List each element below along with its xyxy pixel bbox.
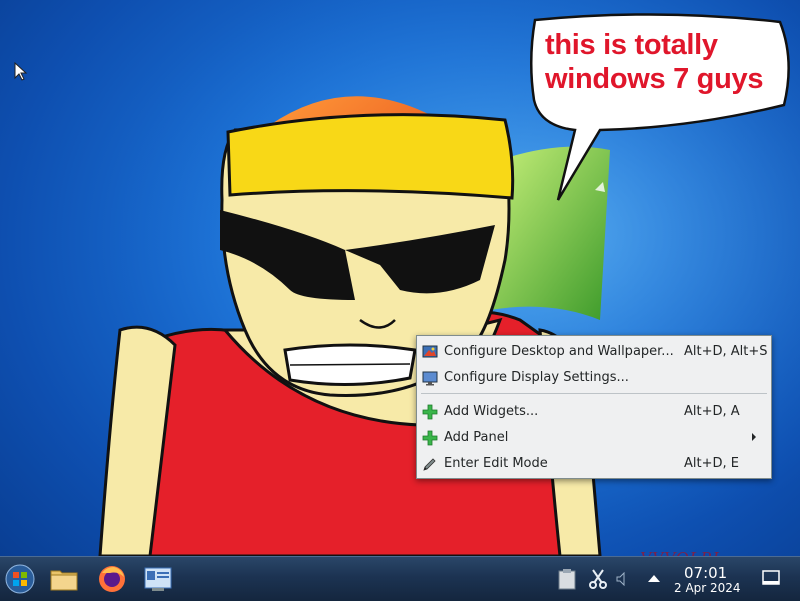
menu-item-shortcut: Alt+D, E [684, 456, 739, 471]
volume-icon[interactable] [616, 572, 628, 586]
taskbar: 07:01 2 Apr 2024 [0, 556, 800, 601]
plus-icon [422, 404, 438, 420]
menu-item-add-widgets[interactable]: Add Widgets... Alt+D, A [417, 400, 771, 424]
show-desktop-icon[interactable] [762, 570, 780, 586]
desktop-wallpaper-icon [422, 345, 438, 358]
system-settings-icon[interactable] [142, 563, 174, 595]
speech-bubble-text: this is totally windows 7 guys [545, 28, 795, 96]
menu-item-shortcut: Alt+D, A [684, 404, 740, 419]
display-settings-icon [422, 371, 438, 386]
desktop-context-menu: Configure Desktop and Wallpaper... Alt+D… [416, 335, 772, 479]
clock-date: 2 Apr 2024 [674, 581, 741, 595]
scissors-icon[interactable] [588, 568, 608, 590]
menu-item-enter-edit-mode[interactable]: Enter Edit Mode Alt+D, E [417, 452, 771, 476]
edit-mode-icon [423, 458, 436, 471]
speech-bubble-line-1: this is totally [545, 29, 718, 61]
start-menu-icon[interactable] [4, 563, 36, 595]
menu-item-add-panel[interactable]: Add Panel [417, 426, 771, 450]
clipboard-icon[interactable] [556, 567, 578, 591]
menu-item-label: Configure Display Settings... [444, 370, 629, 385]
tray-expand-icon[interactable] [648, 574, 660, 582]
menu-item-configure-display[interactable]: Configure Display Settings... [417, 366, 771, 390]
firefox-icon[interactable] [96, 563, 128, 595]
mouse-cursor-icon [14, 62, 28, 81]
file-manager-icon[interactable] [48, 563, 80, 595]
speech-bubble-line-2: windows 7 guys [545, 63, 764, 95]
menu-item-label: Add Widgets... [444, 404, 539, 419]
plus-icon [422, 430, 438, 446]
clock-time: 07:01 [684, 564, 728, 582]
menu-item-label: Add Panel [444, 430, 509, 445]
menu-item-configure-desktop[interactable]: Configure Desktop and Wallpaper... Alt+D… [417, 340, 771, 364]
submenu-arrow-icon [752, 433, 756, 441]
menu-item-label: Configure Desktop and Wallpaper... [444, 344, 674, 359]
menu-separator [421, 393, 767, 394]
menu-item-label: Enter Edit Mode [444, 456, 548, 471]
menu-item-shortcut: Alt+D, Alt+S [684, 344, 768, 359]
